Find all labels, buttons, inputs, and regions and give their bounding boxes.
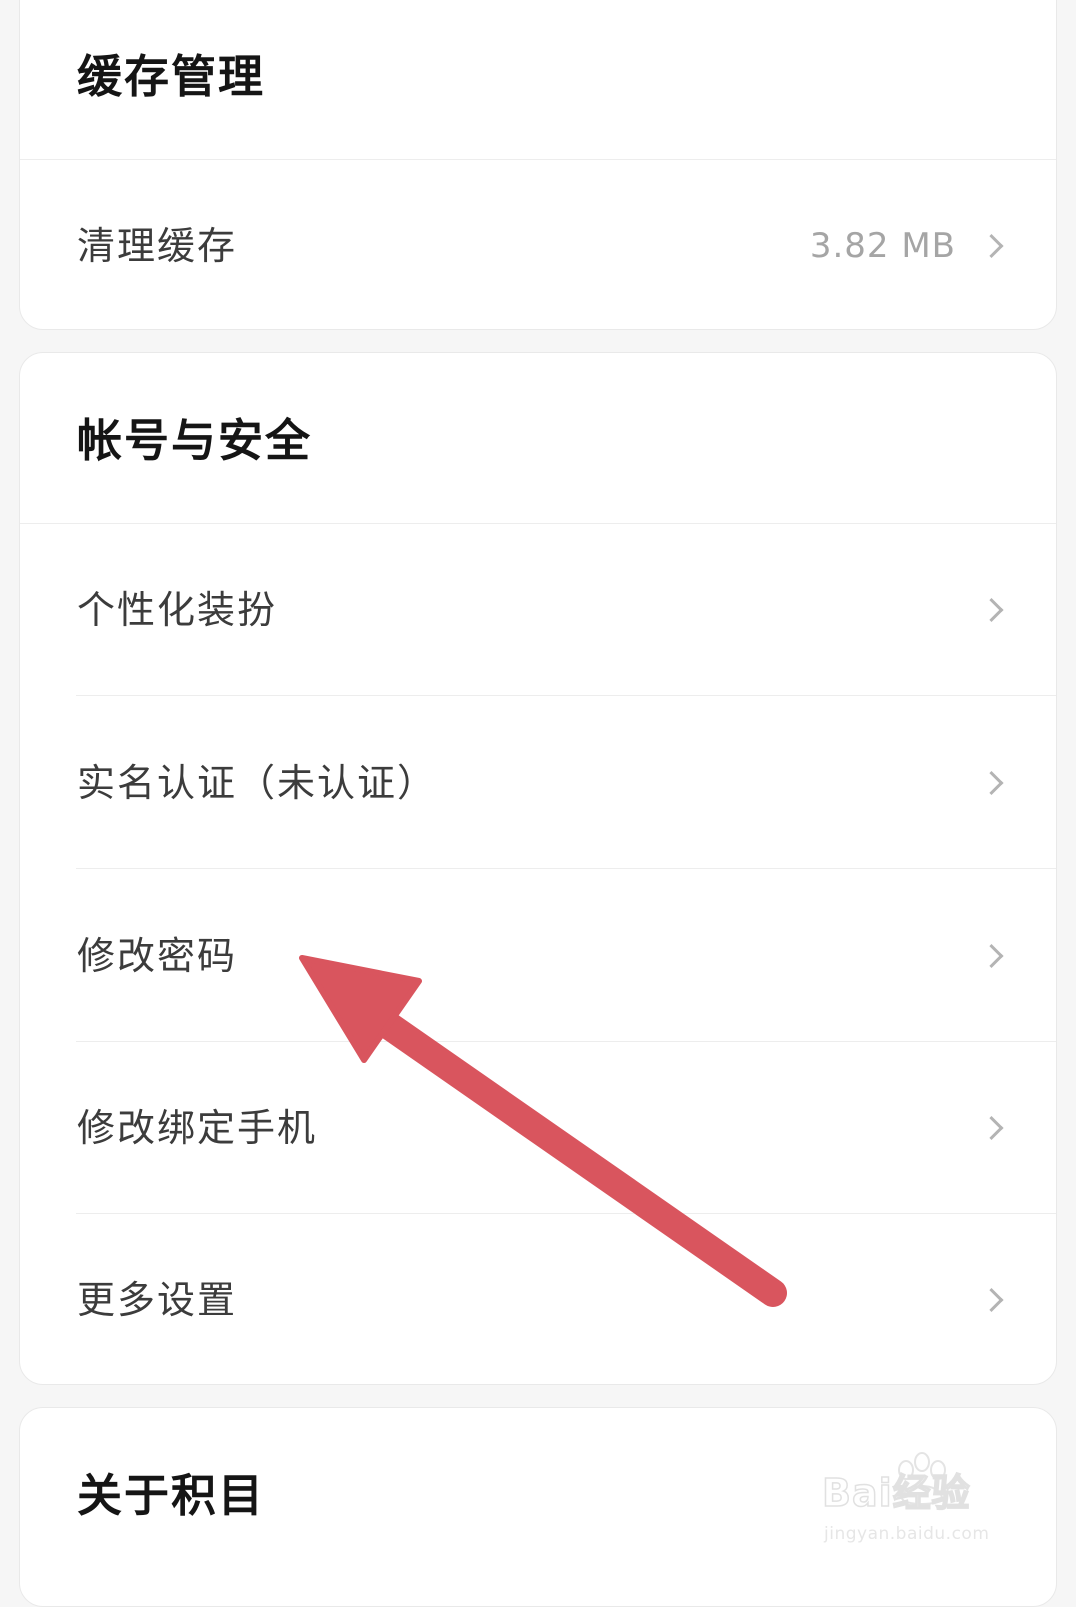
chevron-right-icon — [979, 1287, 1004, 1313]
about-section-title: 关于积目 — [77, 1469, 266, 1522]
about-section-header[interactable]: 关于积目 — [20, 1408, 1056, 1578]
cache-section-title: 缓存管理 — [77, 50, 266, 103]
row-divider — [76, 868, 1056, 869]
more-settings-row[interactable]: 更多设置 — [20, 1214, 1056, 1384]
real-name-verification-row[interactable]: 实名认证（未认证） — [20, 697, 1056, 869]
chevron-right-icon — [979, 1115, 1004, 1141]
chevron-right-icon — [979, 233, 1004, 258]
chevron-right-icon — [979, 597, 1004, 623]
account-section-header: 帐号与安全 — [20, 353, 1056, 524]
clear-cache-row[interactable]: 清理缓存 3.82 MB — [20, 160, 1056, 329]
cache-size-value: 3.82 MB — [809, 225, 956, 266]
account-security-card: 帐号与安全 个性化装扮 实名认证（未认证） 修改密码 修改绑定手机 更多设置 — [19, 352, 1057, 1385]
change-password-row[interactable]: 修改密码 — [20, 870, 1056, 1042]
change-password-label: 修改密码 — [77, 934, 238, 978]
cache-section-header: 缓存管理 — [20, 0, 1056, 160]
personalization-row[interactable]: 个性化装扮 — [20, 524, 1056, 696]
real-name-verification-label: 实名认证（未认证） — [77, 761, 438, 805]
about-card: 关于积目 — [19, 1407, 1057, 1607]
account-section-title: 帐号与安全 — [77, 414, 313, 467]
more-settings-label: 更多设置 — [77, 1278, 238, 1322]
row-divider — [76, 695, 1056, 696]
cache-settings-card: 缓存管理 清理缓存 3.82 MB — [19, 0, 1057, 330]
personalization-label: 个性化装扮 — [77, 588, 278, 632]
clear-cache-label: 清理缓存 — [77, 223, 238, 268]
change-bound-phone-label: 修改绑定手机 — [77, 1106, 318, 1150]
chevron-right-icon — [979, 770, 1004, 796]
change-bound-phone-row[interactable]: 修改绑定手机 — [20, 1042, 1056, 1214]
chevron-right-icon — [979, 943, 1004, 969]
